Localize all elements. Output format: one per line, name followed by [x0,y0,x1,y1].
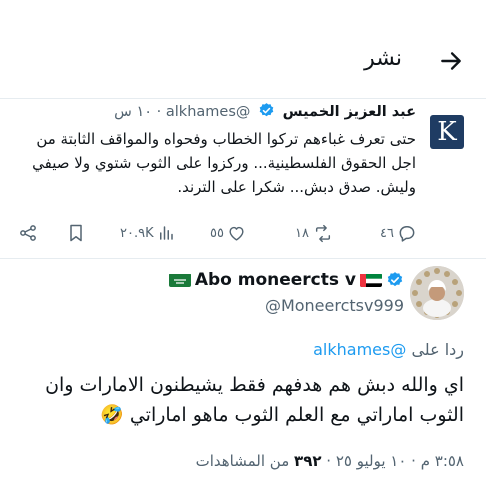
replying-to: ردا على @alkhames [313,340,464,359]
page-title: نشر [364,46,402,71]
views-label: من المشاهدات [195,452,290,470]
repost-button[interactable]: ١٨ [295,220,334,246]
quoted-author-name[interactable]: عبد العزيز الخميس [283,104,416,120]
views-button[interactable]: ٢٠.٩K [120,220,175,246]
uae-flag-icon [360,273,382,287]
reply-author-handle[interactable]: @Moneerctsv999 [265,296,404,315]
quoted-post-time[interactable]: ١٠ س [114,104,152,120]
divider [0,258,486,259]
quoted-post-text: حتى تعرف غباءهم تركوا الخطاب وفحواه والم… [32,130,416,196]
like-button[interactable]: ٥٥ [210,220,246,246]
verified-badge-icon [387,272,403,287]
repost-icon [315,224,331,242]
views-count: ٢٠.٩K [120,225,154,241]
quoted-author-handle[interactable]: @alkhames [166,104,251,120]
verified-badge-icon [259,103,274,117]
post-meta: ٣:٥٨ م · ١٠ يوليو ٢٥ · ٣٩٢ من المشاهدات [195,452,464,470]
share-icon [20,225,36,241]
reply-author-name[interactable]: Abo moneercts v [195,270,356,290]
views-icon [159,226,173,240]
reply-to-handle-link[interactable]: @alkhames [313,340,406,359]
back-button[interactable] [438,48,464,74]
likes-count: ٥٥ [210,225,224,241]
top-bar: نشر [0,0,486,100]
quoted-post-actions: ٢٠.٩K ٥٥ ١٨ ٤٦ [10,220,420,246]
post-timestamp[interactable]: ٣:٥٨ م · ١٠ يوليو ٢٥ [336,452,464,470]
bookmark-button[interactable] [66,220,86,246]
quoted-avatar[interactable]: K [430,115,464,149]
comment-icon [399,226,415,242]
divider [0,98,486,99]
reply-to-label: ردا على [411,340,464,359]
share-button[interactable] [18,220,38,246]
heart-icon [229,226,244,241]
replies-count: ٤٦ [380,225,394,241]
views-count-total: ٣٩٢ [294,452,322,470]
bookmark-icon [70,224,82,242]
reply-button[interactable]: ٤٦ [380,220,417,246]
reply-author-name-row[interactable]: Abo moneercts v [168,270,404,290]
reply-post-text: اي والله دبش هم هدفهم فقط يشيطنون الامار… [45,374,464,426]
saudi-flag-icon [168,273,191,287]
reply-avatar[interactable] [410,266,464,320]
arrow-right-icon [441,52,461,70]
profile-photo-icon [410,266,464,320]
reposts-count: ١٨ [295,225,309,241]
quoted-post-header: عبد العزيز الخميس @alkhames · ١٠ س [114,103,416,120]
